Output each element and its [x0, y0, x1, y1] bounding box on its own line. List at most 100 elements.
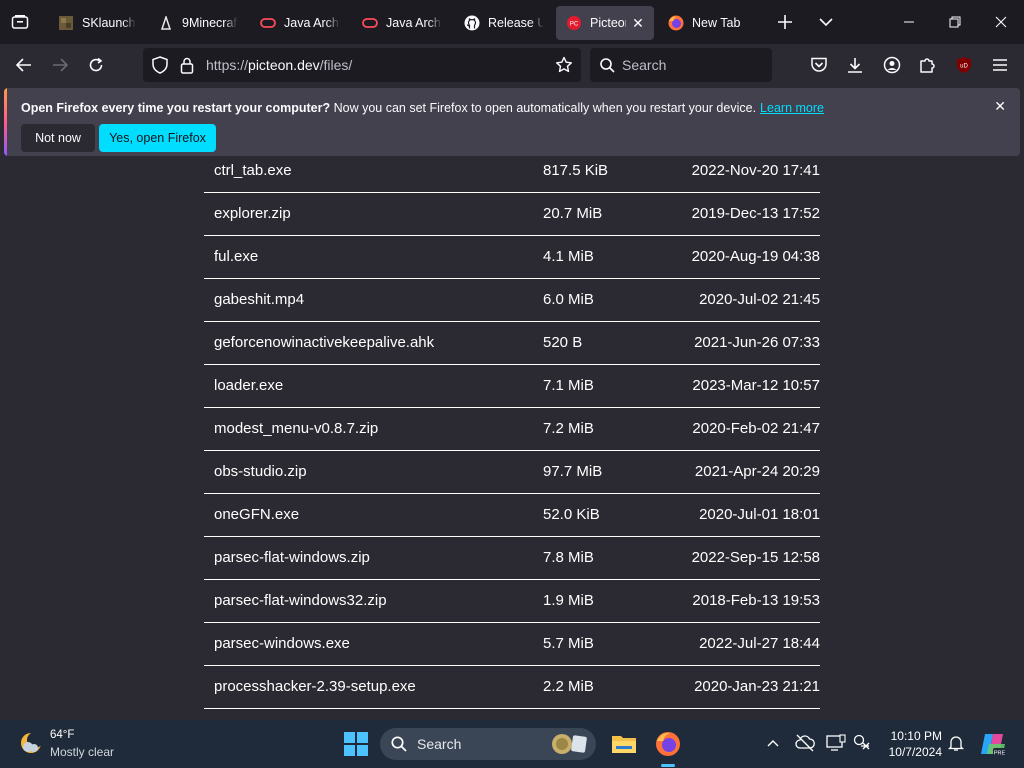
firefox-view-button[interactable]: [0, 0, 40, 44]
downloads-button[interactable]: [843, 53, 867, 77]
tab-title: Picteon: [590, 15, 626, 30]
list-all-tabs-button[interactable]: [806, 0, 846, 44]
github-favicon: [464, 15, 480, 31]
url-bar[interactable]: https://picteon.dev/files/: [143, 48, 581, 82]
file-name-link[interactable]: modest_menu-v0.8.7.zip: [214, 420, 378, 437]
url-host: picteon.dev: [248, 57, 320, 73]
network-icon[interactable]: [852, 733, 872, 753]
weather-description[interactable]: Mostly clear: [50, 745, 114, 759]
file-name-link[interactable]: parsec-flat-windows32.zip: [214, 592, 387, 609]
tab-title: Java Archive: [386, 15, 442, 30]
restore-icon: [949, 16, 961, 28]
tab-release-uv[interactable]: Release Uv: [454, 6, 552, 40]
back-arrow-icon: [16, 58, 31, 72]
taskbar-search-placeholder: Search: [417, 736, 462, 752]
file-row: geforcenowinactivekeepalive.ahk 520 B 2021…: [204, 322, 820, 365]
file-size: 6.0 MiB: [543, 291, 594, 308]
tracking-protection-shield-icon[interactable]: [151, 56, 169, 74]
clock-date[interactable]: 10/7/2024: [884, 745, 942, 759]
tab-title: New Tab: [692, 15, 741, 30]
forward-arrow-icon: [53, 58, 68, 72]
tab-9minecraft[interactable]: 9Minecraft: [148, 6, 246, 40]
file-date: 2021-Apr-24 20:29: [694, 463, 820, 480]
notification-bar: Open Firefox every time you restart your…: [4, 88, 1020, 156]
tab-title: 9Minecraft: [182, 15, 238, 30]
file-name-link[interactable]: explorer.zip: [214, 205, 291, 222]
file-explorer-taskbar-button[interactable]: [610, 730, 638, 758]
show-hidden-icons-button[interactable]: [764, 734, 782, 752]
bookmark-star-icon[interactable]: [555, 56, 573, 74]
notification-accent: [4, 88, 7, 156]
file-size: 7.1 MiB: [543, 377, 594, 394]
chevron-up-icon: [767, 740, 779, 747]
notifications-bell-icon[interactable]: [946, 733, 966, 753]
weather-icon[interactable]: [16, 728, 46, 758]
app-menu-button[interactable]: [988, 53, 1012, 77]
new-tab-button[interactable]: [765, 0, 805, 44]
tab-strip: SKlauncher 9Minecraft Java Archive Java …: [0, 0, 1024, 44]
file-name-link[interactable]: loader.exe: [214, 377, 283, 394]
oracle-favicon: [362, 15, 378, 31]
close-window-button[interactable]: [978, 0, 1024, 44]
file-name-link[interactable]: gabeshit.mp4: [214, 291, 304, 308]
file-size: 7.8 MiB: [543, 549, 594, 566]
close-tab-icon[interactable]: ✕: [630, 15, 646, 31]
account-icon: [883, 56, 901, 74]
svg-text:PRE: PRE: [994, 751, 1006, 757]
start-button[interactable]: [342, 730, 370, 758]
firefox-taskbar-button[interactable]: [654, 730, 682, 758]
forward-button[interactable]: [42, 49, 78, 81]
file-size: 5.7 MiB: [543, 635, 594, 652]
tab-new-tab[interactable]: New Tab: [658, 6, 762, 40]
tab-picteon[interactable]: PC Picteon ✕: [556, 5, 654, 40]
learn-more-link[interactable]: Learn more: [760, 101, 824, 115]
search-bar[interactable]: Search: [590, 48, 772, 82]
tab-title: Release Uv: [488, 15, 544, 30]
file-name-link[interactable]: ful.exe: [214, 248, 258, 265]
lock-icon[interactable]: [179, 56, 195, 74]
restore-button[interactable]: [932, 0, 978, 44]
account-button[interactable]: [880, 53, 904, 77]
minimize-button[interactable]: [886, 0, 932, 44]
copilot-icon[interactable]: PRE: [978, 729, 1008, 759]
cloud-sync-icon[interactable]: [795, 733, 815, 753]
tab-sklauncher[interactable]: SKlauncher: [48, 6, 144, 40]
firefox-view-icon: [11, 15, 29, 29]
open-firefox-button[interactable]: Yes, open Firefox: [99, 124, 216, 152]
pocket-button[interactable]: [807, 53, 831, 77]
url-text[interactable]: https://picteon.dev/files/: [206, 57, 352, 73]
file-name-link[interactable]: oneGFN.exe: [214, 506, 299, 523]
close-notification-icon[interactable]: ✕: [994, 98, 1006, 115]
ublock-origin-button[interactable]: uD: [952, 53, 976, 77]
file-size: 4.1 MiB: [543, 248, 594, 265]
file-name-link[interactable]: parsec-flat-windows.zip: [214, 549, 370, 566]
file-row: ctrl_tab.exe 817.5 KiB 2022-Nov-20 17:41: [204, 160, 820, 193]
file-date: 2020-Aug-19 04:38: [691, 248, 820, 265]
search-icon: [599, 57, 615, 73]
hamburger-menu-icon: [993, 59, 1007, 71]
weather-temperature[interactable]: 64°F: [50, 729, 74, 741]
file-name-link[interactable]: parsec-windows.exe: [214, 635, 350, 652]
not-now-button[interactable]: Not now: [21, 124, 95, 152]
tab-java-archive-2[interactable]: Java Archive: [352, 6, 450, 40]
folder-icon: [612, 736, 636, 753]
file-size: 52.0 KiB: [543, 506, 600, 523]
taskbar-search-box[interactable]: Search: [380, 728, 596, 760]
file-name-link[interactable]: processhacker-2.39-setup.exe: [214, 678, 416, 695]
back-button[interactable]: [6, 49, 42, 81]
tab-title: SKlauncher: [82, 15, 136, 30]
extensions-button[interactable]: [916, 53, 940, 77]
picteon-favicon: PC: [566, 15, 582, 31]
file-date: 2020-Feb-02 21:47: [692, 420, 820, 437]
file-row: gabeshit.mp4 6.0 MiB 2020-Jul-02 21:45: [204, 279, 820, 322]
firefox-favicon: [668, 15, 684, 31]
oracle-favicon: [260, 15, 276, 31]
tab-java-archive-1[interactable]: Java Archive: [250, 6, 348, 40]
display-icon[interactable]: [826, 733, 846, 753]
file-name-link[interactable]: geforcenowinactivekeepalive.ahk: [214, 334, 434, 351]
file-name-link[interactable]: ctrl_tab.exe: [214, 162, 292, 179]
reload-button[interactable]: [78, 49, 114, 81]
file-name-link[interactable]: obs-studio.zip: [214, 463, 307, 480]
clock-time[interactable]: 10:10 PM: [884, 729, 942, 743]
active-app-indicator: [661, 764, 675, 767]
